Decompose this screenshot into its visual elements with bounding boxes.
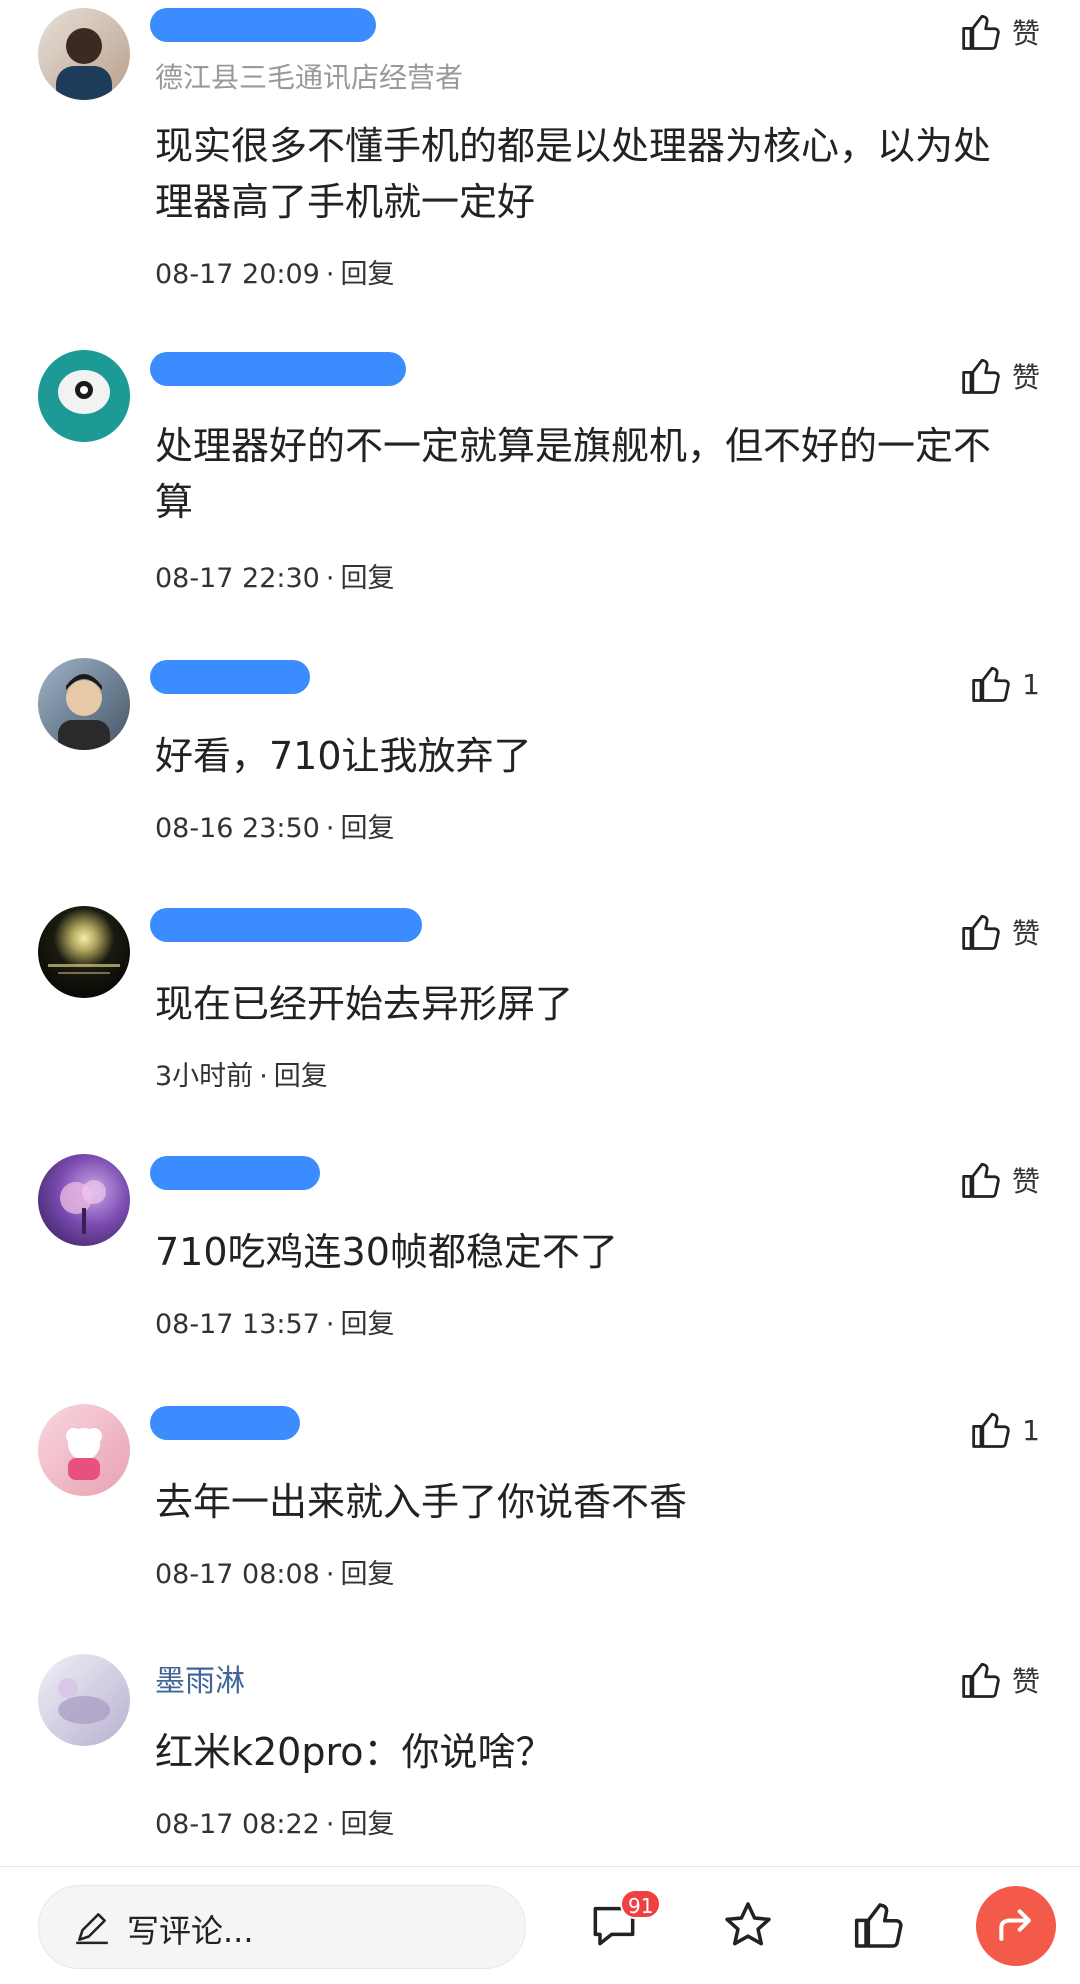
share-icon: [999, 1909, 1031, 1941]
thumbs-up-icon: [972, 666, 1010, 702]
comment-text: 好看，710让我放弃了: [155, 734, 532, 778]
reply-button[interactable]: 回复: [340, 813, 394, 844]
thumbs-up-icon: [962, 14, 1000, 50]
user-avatar[interactable]: [38, 658, 130, 750]
comment-time: 08-16 23:50: [155, 813, 320, 844]
bottom-action-bar: 写评论... 91: [0, 1867, 1080, 1984]
comment-meta: 08-17 08:22 · 回复: [155, 1809, 395, 1840]
comment-text: 处理器好的不一定就算是旗舰机，但不好的一定不算: [155, 424, 992, 524]
user-avatar[interactable]: [38, 906, 130, 998]
comment-time: 08-17 08:08: [155, 1559, 320, 1590]
username-redacted[interactable]: [150, 908, 422, 942]
avatar-image: [58, 1678, 110, 1724]
comment-text: 现在已经开始去异形屏了: [155, 982, 574, 1026]
reply-button[interactable]: 回复: [340, 259, 394, 290]
comment-text: 红米k20pro：你说啥？: [155, 1730, 554, 1774]
avatar-image: [48, 964, 120, 974]
user-avatar[interactable]: [38, 1154, 130, 1246]
like-button[interactable]: 赞: [960, 10, 1040, 54]
user-avatar[interactable]: [38, 350, 130, 442]
reply-button[interactable]: 回复: [340, 1309, 394, 1340]
thumbs-up-icon[interactable]: [852, 1897, 908, 1953]
comment-time: 08-17 20:09: [155, 259, 320, 290]
thumbs-up-icon: [962, 358, 1000, 394]
thumbs-up-icon: [962, 1162, 1000, 1198]
comment-meta: 3小时前 · 回复: [155, 1061, 328, 1092]
reply-button[interactable]: 回复: [274, 1061, 328, 1092]
write-comment-placeholder: 写评论...: [127, 1912, 254, 1950]
username-redacted[interactable]: [150, 660, 310, 694]
like-button[interactable]: 赞: [960, 354, 1040, 398]
comment-meta: 08-17 08:08 · 回复: [155, 1559, 395, 1590]
thumbs-up-icon: [972, 1412, 1010, 1448]
like-button[interactable]: 赞: [960, 910, 1040, 954]
comment-list-page: 德江县三毛通讯店经营者 现实很多不懂手机的都是以处理器为核心，以为处理器高了手机…: [0, 0, 1080, 1984]
user-subtitle: 德江县三毛通讯店经营者: [155, 61, 464, 94]
like-label: 赞: [1011, 361, 1040, 394]
like-label: 赞: [1011, 17, 1040, 50]
like-button[interactable]: 赞: [960, 1158, 1040, 1202]
comment-meta: 08-17 22:30 · 回复: [155, 563, 395, 594]
comment-text: 710吃鸡连30帧都稳定不了: [155, 1230, 618, 1274]
avatar-image: [66, 1428, 102, 1480]
username-redacted[interactable]: [150, 352, 406, 386]
thumbs-up-icon: [962, 1662, 1000, 1698]
username-redacted[interactable]: [150, 1406, 300, 1440]
comment-time: 08-17 13:57: [155, 1309, 320, 1340]
like-count: 1: [1022, 667, 1040, 701]
like-label: 赞: [1011, 917, 1040, 950]
avatar-image: [58, 370, 110, 414]
username-redacted[interactable]: [150, 8, 376, 42]
write-comment-input[interactable]: 写评论...: [38, 1885, 526, 1969]
comment-text: 去年一出来就入手了你说香不香: [155, 1480, 688, 1524]
username-redacted[interactable]: [150, 1156, 320, 1190]
comment-meta: 08-17 13:57 · 回复: [155, 1309, 395, 1340]
thumbs-up-icon: [962, 914, 1000, 950]
like-label: 赞: [1011, 1665, 1040, 1698]
user-avatar[interactable]: [38, 1654, 130, 1746]
star-icon[interactable]: [720, 1897, 776, 1953]
like-button[interactable]: 赞: [960, 1658, 1040, 1702]
comment-meta: 08-17 20:09 · 回复: [155, 259, 395, 290]
like-count: 1: [1022, 1413, 1040, 1447]
comment-meta: 08-16 23:50 · 回复: [155, 813, 395, 844]
comment-count-badge: 91: [620, 1889, 662, 1919]
reply-button[interactable]: 回复: [340, 1559, 394, 1590]
share-button[interactable]: [976, 1886, 1056, 1966]
like-label: 赞: [1011, 1165, 1040, 1198]
user-avatar[interactable]: [38, 8, 130, 100]
username[interactable]: 墨雨淋: [155, 1656, 245, 1700]
comment-time: 08-17 22:30: [155, 563, 320, 594]
comment-text: 现实很多不懂手机的都是以处理器为核心，以为处理器高了手机就一定好: [155, 124, 992, 224]
pencil-icon: [76, 1913, 108, 1945]
like-button[interactable]: 1: [970, 1408, 1040, 1452]
like-button[interactable]: 1: [970, 662, 1040, 706]
user-avatar[interactable]: [38, 1404, 130, 1496]
avatar-image: [56, 28, 112, 100]
avatar-image: [58, 674, 110, 750]
comment-time: 3小时前: [155, 1061, 254, 1092]
reply-button[interactable]: 回复: [340, 1809, 394, 1840]
avatar-image: [60, 1180, 106, 1234]
reply-button[interactable]: 回复: [340, 563, 394, 594]
comment-time: 08-17 08:22: [155, 1809, 320, 1840]
